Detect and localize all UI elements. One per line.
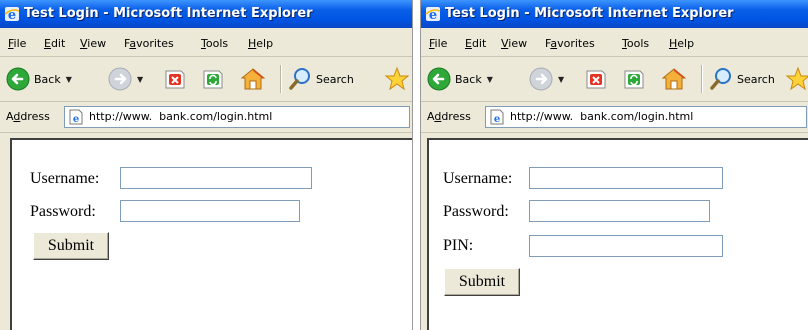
- menu-favorites[interactable]: Favorites: [545, 37, 595, 50]
- svg-text:e: e: [494, 114, 500, 125]
- forward-dropdown-icon[interactable]: ▼: [558, 75, 564, 84]
- home-button[interactable]: [240, 65, 266, 93]
- forward-icon: [108, 67, 132, 91]
- forward-dropdown-icon[interactable]: ▼: [137, 75, 143, 84]
- favorites-button[interactable]: [384, 65, 410, 93]
- stop-icon: [586, 70, 606, 89]
- stop-button[interactable]: [585, 65, 607, 93]
- username-input[interactable]: [529, 167, 723, 189]
- menu-favorites[interactable]: Favorites: [124, 37, 174, 50]
- menu-file[interactable]: File: [8, 37, 26, 50]
- submit-button[interactable]: Submit: [444, 268, 520, 296]
- username-label: Username:: [30, 170, 100, 187]
- toolbar-separator: [701, 65, 703, 93]
- menu-edit[interactable]: Edit: [465, 37, 486, 50]
- address-label: Address: [427, 110, 471, 123]
- title-bar[interactable]: e Test Login - Microsoft Internet Explor…: [0, 0, 412, 28]
- favorites-button[interactable]: [785, 65, 808, 93]
- back-button[interactable]: Back ▼: [6, 65, 72, 93]
- password-label: Password:: [30, 203, 96, 220]
- pin-label: PIN:: [443, 237, 474, 254]
- address-bar: Address e http://www. bank.com/login.htm…: [421, 102, 808, 133]
- menu-help[interactable]: Help: [669, 37, 694, 50]
- page-icon: e: [490, 109, 504, 125]
- refresh-button[interactable]: [202, 65, 224, 93]
- refresh-icon: [624, 70, 644, 89]
- toolbar: Back ▼ ▼ Search: [421, 57, 808, 102]
- favorites-star-icon: [785, 66, 808, 91]
- address-field[interactable]: e http://www. bank.com/login.html: [64, 106, 410, 128]
- title-bar[interactable]: e Test Login - Microsoft Internet Explor…: [421, 0, 808, 28]
- address-bar: Address e http://www. bank.com/login.htm…: [0, 102, 412, 133]
- menu-tools[interactable]: Tools: [201, 37, 228, 50]
- menu-view[interactable]: View: [80, 37, 106, 50]
- page-icon: e: [69, 109, 83, 125]
- pin-input[interactable]: [529, 235, 723, 257]
- refresh-button[interactable]: [623, 65, 645, 93]
- submit-label: Submit: [47, 237, 95, 254]
- favorites-star-icon: [384, 66, 410, 91]
- stop-button[interactable]: [164, 65, 186, 93]
- home-button[interactable]: [661, 65, 687, 93]
- home-icon: [240, 68, 266, 90]
- search-label: Search: [737, 72, 775, 86]
- submit-button[interactable]: Submit: [33, 232, 109, 260]
- username-input[interactable]: [120, 167, 312, 189]
- browser-window-right: e Test Login - Microsoft Internet Explor…: [420, 0, 808, 330]
- back-label: Back: [455, 72, 482, 86]
- forward-button[interactable]: ▼: [529, 65, 564, 93]
- menu-bar: File Edit View Favorites Tools Help: [421, 30, 808, 57]
- window-title: Test Login - Microsoft Internet Explorer: [445, 6, 734, 21]
- stop-icon: [165, 70, 185, 89]
- ie-icon: e: [425, 7, 441, 22]
- password-label: Password:: [443, 203, 509, 220]
- menu-edit[interactable]: Edit: [44, 37, 65, 50]
- menu-view[interactable]: View: [501, 37, 527, 50]
- back-icon: [6, 67, 30, 91]
- address-url: http://www. bank.com/login.html: [510, 110, 694, 123]
- address-label: Address: [6, 110, 50, 123]
- toolbar: Back ▼ ▼ Search: [0, 57, 412, 102]
- search-icon: [289, 68, 310, 90]
- submit-label: Submit: [458, 273, 506, 290]
- page-content: Username: Password: PIN: Submit: [427, 138, 808, 330]
- menu-tools[interactable]: Tools: [622, 37, 649, 50]
- back-button[interactable]: Back ▼: [427, 65, 493, 93]
- forward-button[interactable]: ▼: [108, 65, 143, 93]
- password-input[interactable]: [529, 200, 710, 222]
- back-dropdown-icon[interactable]: ▼: [487, 75, 493, 84]
- page-content: Username: Password: Submit: [10, 138, 412, 330]
- search-label: Search: [316, 72, 354, 86]
- back-icon: [427, 67, 451, 91]
- password-input[interactable]: [120, 200, 300, 222]
- username-label: Username:: [443, 170, 513, 187]
- ie-icon: e: [4, 7, 20, 22]
- refresh-icon: [203, 70, 223, 89]
- search-button[interactable]: Search: [288, 65, 354, 93]
- forward-icon: [529, 67, 553, 91]
- home-icon: [661, 68, 687, 90]
- toolbar-separator: [280, 65, 282, 93]
- window-title: Test Login - Microsoft Internet Explorer: [24, 6, 313, 21]
- address-url: http://www. bank.com/login.html: [89, 110, 273, 123]
- menu-file[interactable]: File: [429, 37, 447, 50]
- search-icon: [710, 68, 731, 90]
- menu-bar: File Edit View Favorites Tools Help: [0, 30, 412, 57]
- back-dropdown-icon[interactable]: ▼: [66, 75, 72, 84]
- browser-window-left: e Test Login - Microsoft Internet Explor…: [0, 0, 413, 330]
- menu-help[interactable]: Help: [248, 37, 273, 50]
- back-label: Back: [34, 72, 61, 86]
- search-button[interactable]: Search: [709, 65, 775, 93]
- address-field[interactable]: e http://www. bank.com/login.html: [485, 106, 807, 128]
- svg-text:e: e: [73, 114, 79, 125]
